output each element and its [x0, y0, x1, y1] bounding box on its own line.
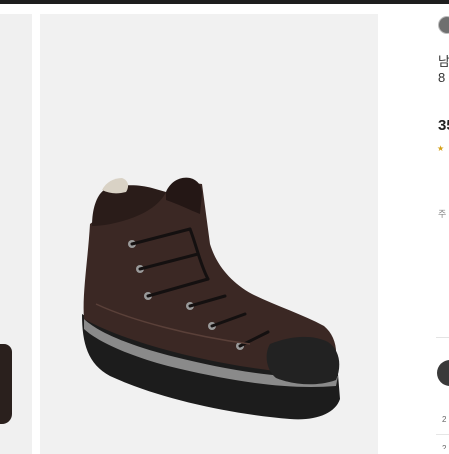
action-button[interactable]: [437, 360, 449, 386]
option-divider: [436, 434, 449, 435]
product-subtitle: 8: [438, 70, 446, 85]
option-item[interactable]: 2: [442, 444, 446, 449]
boot-partial-image: [0, 344, 12, 424]
gallery-thumbnail-left[interactable]: [0, 14, 32, 454]
product-price: 35: [438, 117, 449, 134]
section-divider: [436, 337, 449, 338]
option-item[interactable]: 2: [442, 415, 446, 424]
rating-star-icon: ★: [437, 144, 445, 153]
seller-avatar[interactable]: [438, 16, 449, 34]
product-gallery: [0, 4, 420, 454]
product-title: 남: [438, 54, 449, 69]
main-product-photo[interactable]: [40, 14, 378, 454]
hiking-boot-image: [82, 177, 340, 420]
product-info-panel: 남 8 35 ★ 주 2 2: [430, 4, 449, 449]
product-hint-text: 주: [438, 209, 447, 219]
